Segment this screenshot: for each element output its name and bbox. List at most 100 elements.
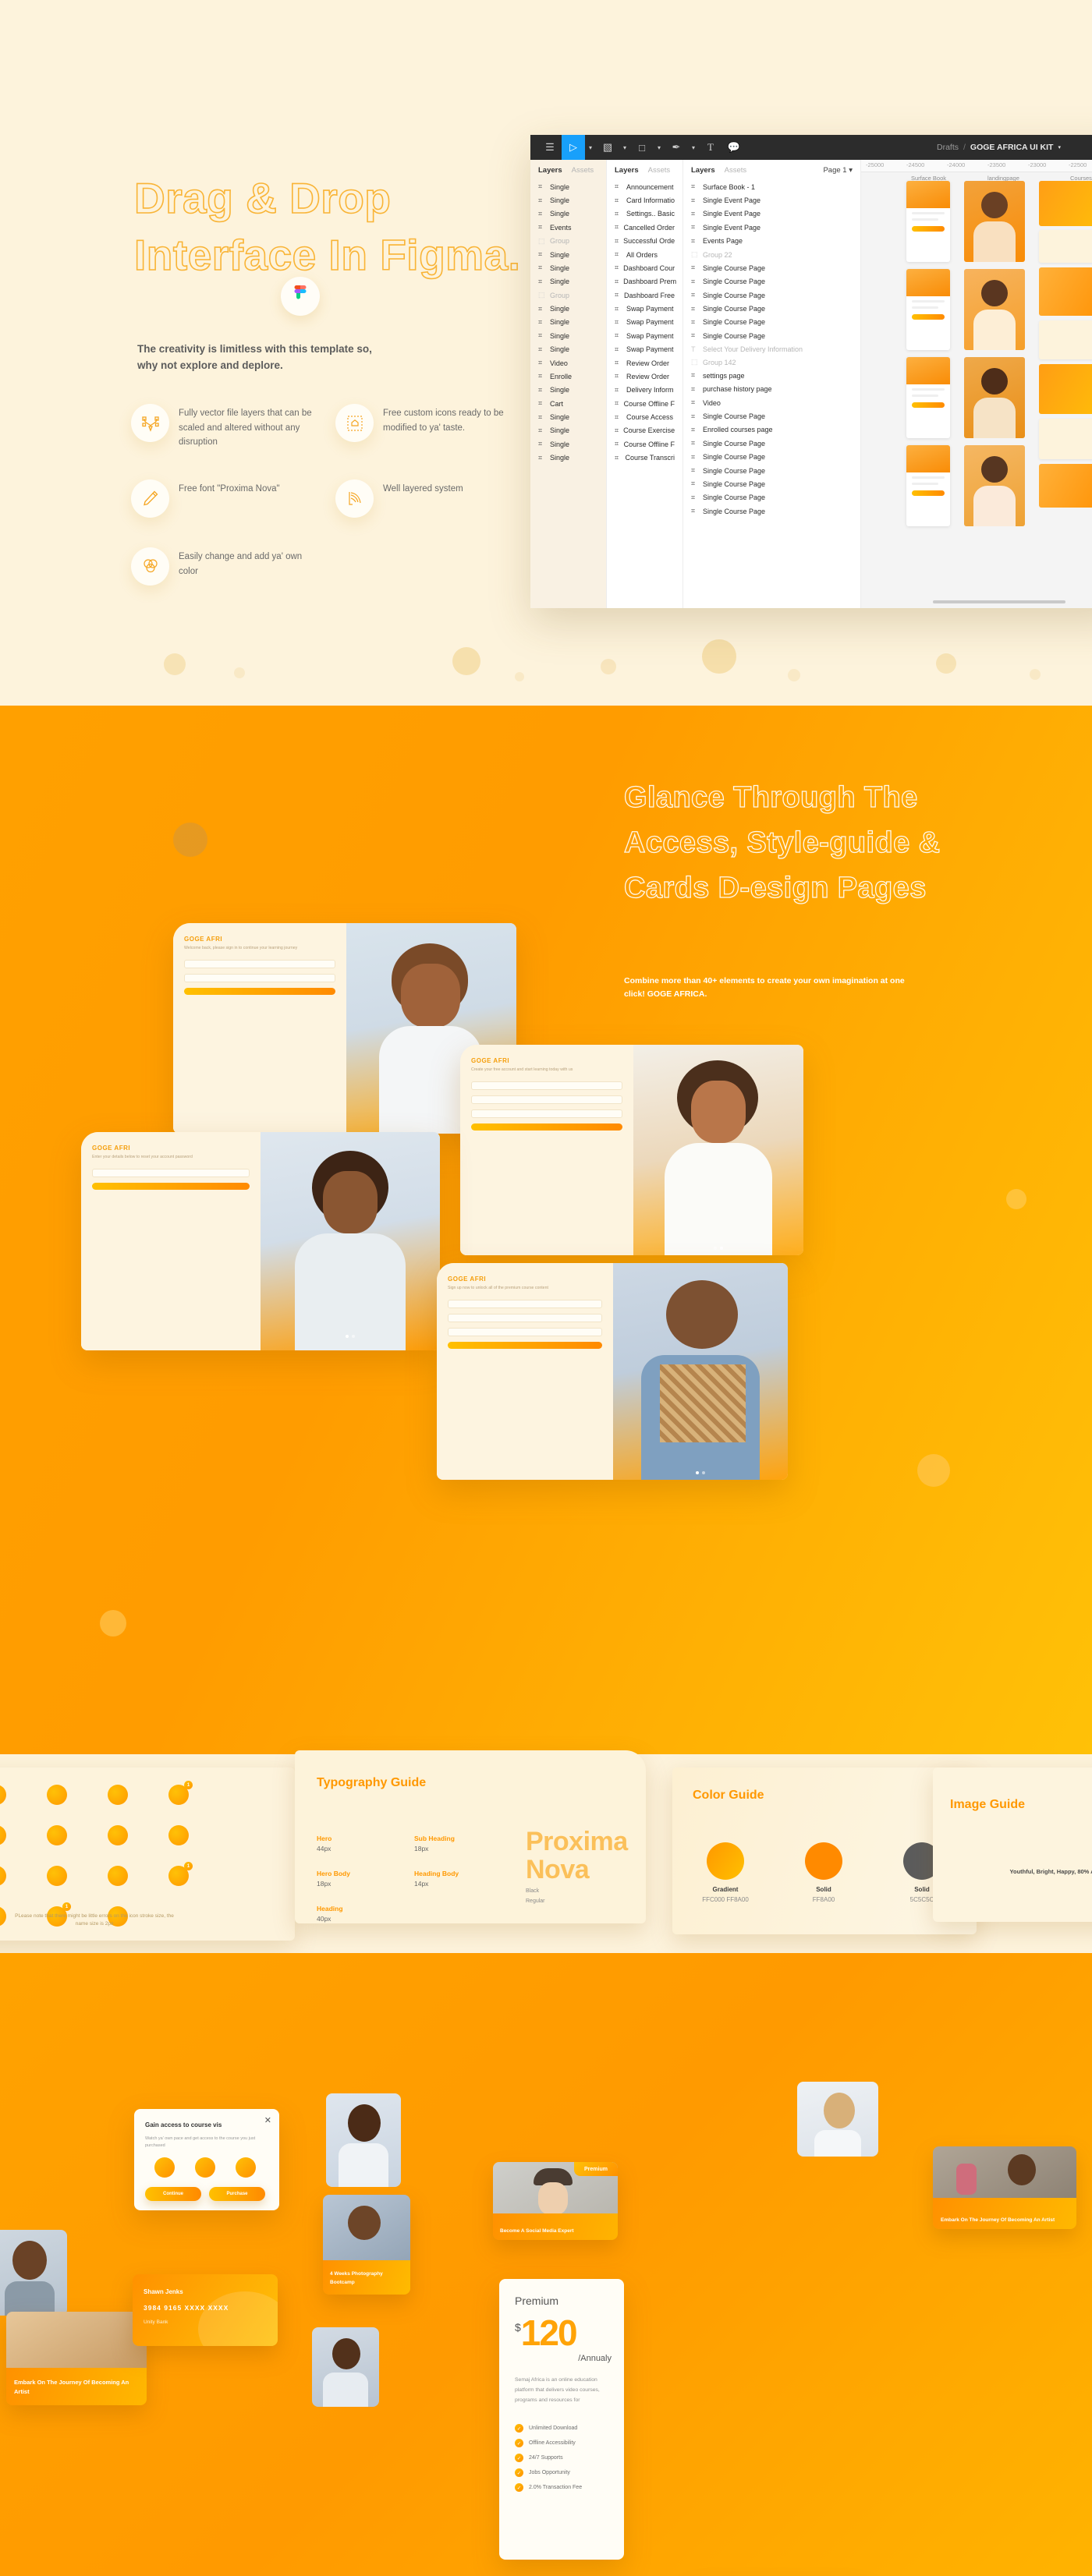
layer-row[interactable]: ⌗ Single (530, 302, 606, 315)
horizontal-scrollbar[interactable] (933, 600, 1065, 603)
layer-row[interactable]: ⌗ Single (530, 180, 606, 193)
layer-row[interactable]: ⌗ Single Course Page (683, 451, 860, 464)
access-course-card[interactable]: ✕ Gain access to course vis Watch ya' ow… (134, 2109, 279, 2210)
text-tool-icon[interactable]: T (699, 135, 722, 160)
layer-row[interactable]: ⌗ Swap Payment (607, 316, 682, 329)
tab-assets[interactable]: Assets (648, 166, 671, 175)
breadcrumb-file-name[interactable]: GOGE AFRICA UI KIT (970, 143, 1054, 152)
layer-row[interactable]: ⌗ Surface Book - 1 (683, 180, 860, 193)
travel-card[interactable]: Embark On The Journey Of Becoming An Art… (6, 2312, 147, 2405)
layer-row[interactable]: ⌗ settings page (683, 369, 860, 382)
layer-row[interactable]: ⌗ Single (530, 207, 606, 221)
social-media-card[interactable]: Premium Become A Social Media Expert (493, 2162, 618, 2240)
carousel-pager[interactable] (346, 1335, 355, 1338)
layer-row[interactable]: ⌗ Course Offline F (607, 397, 682, 410)
canvas-artboard[interactable] (1039, 419, 1092, 459)
layers-panel-front[interactable]: Layers Assets Page 1 ▾ ⌗ Surface Book - 1… (683, 160, 861, 608)
login-card[interactable]: GOGE AFRI Create your free account and s… (460, 1045, 803, 1255)
layer-list-a[interactable]: ⌗ Single ⌗ Single ⌗ Single ⌗ Events ⬚ Group ⌗ Singl… (530, 180, 606, 465)
layer-row[interactable]: ⌗ Course Offline F (607, 437, 682, 451)
login-form[interactable]: GOGE AFRI Enter your details below to re… (81, 1132, 261, 1350)
login-form[interactable]: GOGE AFRI Welcome back, please sign in t… (173, 923, 346, 1134)
layer-row[interactable]: ⌗ Single (530, 248, 606, 261)
layer-row[interactable]: ⬚ Group 22 (683, 248, 860, 261)
layer-row[interactable]: ⌗ Single Course Page (683, 409, 860, 423)
layers-panel-mid[interactable]: Layers Assets ⌗ Announcement ⌗ Card Informa… (607, 160, 683, 608)
email-field[interactable] (471, 1095, 622, 1104)
tab-layers[interactable]: Layers (691, 166, 715, 175)
layer-row[interactable]: ⌗ Review Order (607, 356, 682, 370)
layer-row[interactable]: ⌗ Delivery Inform (607, 384, 682, 397)
layer-row[interactable]: ⌗ Single (530, 329, 606, 342)
pen-tool-chevron-icon[interactable]: ▾ (688, 135, 699, 160)
page-select[interactable]: Page 1 ▾ (823, 166, 853, 175)
bookmark-icon[interactable] (236, 2157, 256, 2178)
layer-row[interactable]: ⌗ Dashboard Prem (607, 275, 682, 288)
email-field[interactable] (184, 959, 335, 968)
layer-row[interactable]: ⌗ purchase history page (683, 383, 860, 396)
password-field[interactable] (448, 1327, 602, 1336)
download-icon[interactable] (195, 2157, 215, 2178)
canvas-portrait[interactable] (964, 357, 1025, 438)
canvas-artboard[interactable] (1039, 464, 1092, 508)
frame-tool-icon[interactable]: ▧ (596, 135, 619, 160)
password-field[interactable] (184, 973, 335, 982)
layer-row[interactable]: ⌗ Video (683, 396, 860, 409)
layer-row[interactable]: ⌗ Video (530, 356, 606, 370)
password-field[interactable] (471, 1109, 622, 1118)
layer-row[interactable]: ⌗ Single (530, 424, 606, 437)
layer-row[interactable]: ⌗ Announcement (607, 180, 682, 193)
layer-row[interactable]: ⌗ Single (530, 437, 606, 451)
layer-row[interactable]: ⌗ Course Exercise (607, 424, 682, 437)
layer-row[interactable]: ⌗ Single (530, 275, 606, 288)
login-form[interactable]: GOGE AFRI Sign up now to unlock all of t… (437, 1263, 613, 1480)
pen-tool-icon[interactable]: ✒ (665, 135, 688, 160)
layer-list-c[interactable]: ⌗ Surface Book - 1 ⌗ Single Event Page ⌗ Sing… (683, 180, 860, 518)
purchase-button[interactable]: Purchase (209, 2187, 265, 2201)
layer-row[interactable]: ⌗ Single (530, 384, 606, 397)
layer-row[interactable]: ⌗ Single Course Page (683, 491, 860, 504)
layer-row[interactable]: ⌗ Enrolle (530, 370, 606, 383)
layer-row[interactable]: ⌗ Single (530, 343, 606, 356)
canvas-artboard[interactable] (1039, 364, 1092, 414)
layer-row[interactable]: ⌗ Single Course Page (683, 288, 860, 302)
name-field[interactable] (448, 1299, 602, 1308)
login-card[interactable]: GOGE AFRI Sign up now to unlock all of t… (437, 1263, 788, 1480)
canvas-artboard[interactable] (1039, 267, 1092, 316)
layer-row[interactable]: ⌗ Single Course Page (683, 261, 860, 274)
tab-assets[interactable]: Assets (572, 166, 594, 175)
layer-row[interactable]: ⌗ Single Event Page (683, 207, 860, 221)
submit-button[interactable] (471, 1123, 622, 1131)
layer-row[interactable]: ⌗ Single (530, 316, 606, 329)
login-card[interactable]: GOGE AFRI Enter your details below to re… (81, 1132, 440, 1350)
layer-row[interactable]: ⌗ Settings.. Basic (607, 207, 682, 221)
submit-button[interactable] (92, 1182, 250, 1190)
layer-row[interactable]: ⌗ Single Event Page (683, 193, 860, 207)
artist-card[interactable]: Embark On The Journey Of Becoming An Art… (933, 2146, 1076, 2229)
carousel-pager[interactable] (714, 1247, 723, 1250)
pricing-card[interactable]: Premium $ 120 /Annualy Semaj Africa is a… (499, 2279, 624, 2560)
layer-row[interactable]: ⌗ Review Order (607, 370, 682, 383)
hamburger-menu-icon[interactable]: ☰ (538, 135, 562, 160)
frame-tool-chevron-icon[interactable]: ▾ (619, 135, 630, 160)
tab-assets[interactable]: Assets (725, 166, 747, 175)
photography-card[interactable]: 4 Weeks Photography Bootcamp (323, 2195, 410, 2295)
layer-row[interactable]: ⌗ Single (530, 451, 606, 465)
email-field[interactable] (92, 1168, 250, 1177)
layer-row[interactable]: ⌗ Single (530, 193, 606, 207)
layer-row[interactable]: ⌗ Single Course Page (683, 504, 860, 518)
email-field[interactable] (448, 1313, 602, 1322)
layer-row[interactable]: ⬚ Group 142 (683, 356, 860, 369)
carousel-pager[interactable] (696, 1471, 705, 1474)
canvas-artboard[interactable] (906, 269, 950, 350)
close-icon[interactable]: ✕ (264, 2115, 271, 2125)
canvas-artboard[interactable] (906, 445, 950, 526)
canvas-artboard[interactable] (1039, 181, 1092, 226)
layer-row[interactable]: ⌗ Single Course Page (683, 437, 860, 450)
layer-row[interactable]: ⌗ Dashboard Free (607, 288, 682, 302)
layer-row[interactable]: ⬚ Group (530, 288, 606, 302)
layer-row[interactable]: ⌗ Cancelled Order (607, 221, 682, 234)
play-icon[interactable] (154, 2157, 175, 2178)
move-tool-chevron-icon[interactable]: ▾ (585, 135, 596, 160)
submit-button[interactable] (448, 1341, 602, 1349)
